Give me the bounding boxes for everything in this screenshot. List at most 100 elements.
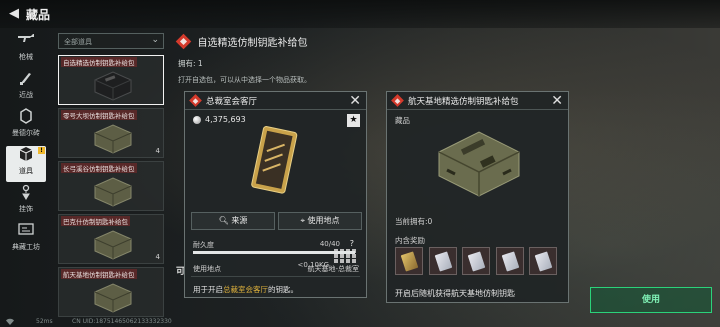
charm-icon: [6, 184, 46, 204]
keycard-icon: [434, 251, 452, 272]
source-button-label: 来源: [231, 216, 248, 225]
item-tooltip-pack: 航天基地精选仿制钥匙补给包 ✕ 藏品 当前拥有:0 内含奖励 开启后随机获得航天…: [386, 91, 569, 303]
item-name: 自选精选仿制钥匙补给包: [61, 57, 137, 67]
status-bar: 52ms CN UID:18751465062133332330: [0, 318, 720, 327]
help-icon[interactable]: ?: [350, 239, 354, 248]
olive-case-icon: [94, 177, 132, 207]
item-qty: 4: [155, 147, 160, 155]
filter-value: 全部道具: [64, 38, 92, 46]
detail-title: 自选精选仿制钥匙补给包: [197, 38, 308, 49]
use-highlight: 总裁室会客厅: [223, 285, 268, 294]
nav-item-props[interactable]: ! 道具: [6, 146, 46, 182]
rifle-icon: [6, 32, 46, 52]
use-location-value: 航天基地-总裁室: [307, 265, 359, 273]
reward-keycard[interactable]: [462, 247, 491, 275]
nav-label: 枪械: [19, 53, 33, 61]
olive-case-icon: [94, 283, 132, 313]
keycard-icon: [501, 251, 519, 272]
black-case-icon: [94, 71, 132, 101]
durability-bar: [193, 251, 355, 254]
tooltip-action-row: 🔍︎ 来源 ⌖ 使用地点: [191, 212, 362, 230]
keycard-icon: [534, 251, 553, 272]
popup-header: 航天基地精选仿制钥匙补给包 ✕: [387, 92, 568, 110]
pack-description: 开启后随机获得航天基地仿制钥匙: [395, 289, 515, 298]
wifi-icon: [6, 318, 14, 327]
rarity-diamond-icon: [391, 94, 404, 107]
item-name: 零号大坝仿制钥匙补给包: [61, 110, 137, 120]
workshop-icon: [6, 222, 46, 242]
rewards-row: [395, 247, 560, 275]
location-pin-icon: ⌖: [300, 216, 305, 225]
close-icon[interactable]: ✕: [551, 93, 563, 109]
use-location-label: 使用地点: [193, 265, 221, 273]
keycard-icon: [400, 251, 419, 272]
rarity-diamond-icon: [175, 33, 192, 50]
pack-owned: 当前拥有:0: [395, 217, 433, 226]
use-prefix: 用于开启: [193, 285, 223, 294]
item-name: 航天基地仿制钥匙补给包: [61, 269, 137, 279]
durability-value: 40/40: [319, 240, 340, 248]
coin-icon: [193, 115, 201, 124]
rewards-label: 内含奖励: [395, 236, 425, 245]
nav-item-brick[interactable]: 曼德尔砖: [6, 108, 46, 144]
ping-value: 52ms: [36, 318, 53, 325]
favorite-star-button[interactable]: ★: [347, 114, 360, 127]
use-description: 用于开启总裁室会客厅的钥匙。: [193, 284, 298, 295]
close-icon[interactable]: ✕: [349, 93, 361, 109]
detail-owned: 拥有: 1: [178, 59, 203, 68]
item-tooltip-key: 总裁室会客厅 ✕ 4,375,693 ★ <0.10KG 🔍︎ 来源 ⌖ 使用地…: [184, 91, 367, 298]
knife-icon: [6, 70, 46, 90]
category-nav: 枪械 近战 曼德尔砖 ! 道具 挂饰 典藏工坊: [6, 32, 46, 260]
category-filter-dropdown[interactable]: 全部道具 ⌄: [58, 33, 164, 49]
popup-title: 航天基地精选仿制钥匙补给包: [408, 97, 519, 107]
nav-item-guns[interactable]: 枪械: [6, 32, 46, 68]
chevron-down-icon: ⌄: [151, 35, 159, 45]
use-button[interactable]: 使用: [590, 287, 712, 313]
popup-title: 总裁室会客厅: [206, 97, 258, 107]
source-button[interactable]: 🔍︎ 来源: [191, 212, 275, 230]
back-arrow-icon[interactable]: ◀: [6, 6, 22, 22]
keycard-icon: [467, 251, 486, 272]
price-row: 4,375,693: [193, 115, 246, 124]
rarity-diamond-icon: [189, 94, 202, 107]
item-name: 巴克什仿制钥匙补给包: [61, 216, 130, 226]
nav-label: 挂饰: [19, 205, 33, 213]
price-value: 4,375,693: [205, 115, 246, 124]
nav-item-melee[interactable]: 近战: [6, 70, 46, 106]
nav-item-charms[interactable]: 挂饰: [6, 184, 46, 220]
durability-bar-fill: [193, 251, 355, 254]
item-qty: 4: [155, 253, 160, 261]
item-card[interactable]: 长弓溪谷仿制钥匙补给包: [58, 161, 164, 211]
detail-header: 自选精选仿制钥匙补给包: [175, 33, 308, 50]
page-title: 藏品: [26, 8, 51, 22]
item-name: 长弓溪谷仿制钥匙补给包: [61, 163, 137, 173]
nav-label: 曼德尔砖: [12, 129, 40, 137]
item-card[interactable]: 自选精选仿制钥匙补给包: [58, 55, 164, 105]
divider: [191, 276, 360, 277]
use-location-button[interactable]: ⌖ 使用地点: [278, 212, 362, 230]
search-icon: 🔍︎: [218, 216, 229, 225]
brick-icon: [6, 108, 46, 128]
nav-item-workshop[interactable]: 典藏工坊: [6, 222, 46, 258]
keycard-icon: [251, 126, 298, 194]
nav-label: 典藏工坊: [12, 243, 40, 251]
use-location-button-label: 使用地点: [307, 216, 340, 225]
durability-label: 耐久度: [193, 241, 214, 249]
reward-keycard[interactable]: [529, 247, 558, 275]
user-uid: CN UID:18751465062133332330: [72, 318, 172, 325]
popup-header: 总裁室会客厅 ✕: [185, 92, 366, 110]
item-card[interactable]: 零号大坝仿制钥匙补给包 4: [58, 108, 164, 158]
olive-case-icon: [94, 230, 132, 260]
reward-keycard[interactable]: [495, 247, 524, 275]
item-card[interactable]: 航天基地仿制钥匙补给包: [58, 267, 164, 317]
detail-description: 打开自选包，可以从中选择一个物品获取。: [178, 76, 311, 84]
item-card[interactable]: 巴克什仿制钥匙补给包 4: [58, 214, 164, 264]
nav-label: 道具: [19, 167, 33, 175]
nav-badge: !: [38, 147, 45, 154]
use-suffix: 的钥匙。: [268, 285, 298, 294]
olive-case-icon: [94, 124, 132, 154]
reward-keycard-gold[interactable]: [395, 247, 423, 275]
reward-keycard[interactable]: [428, 247, 457, 275]
popup-subtitle: 藏品: [395, 116, 410, 125]
top-header: ◀ 藏品: [0, 0, 720, 28]
